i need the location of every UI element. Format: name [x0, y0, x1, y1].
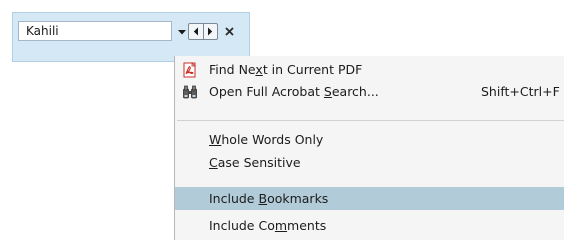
close-icon[interactable]	[224, 26, 235, 37]
menu-item-include-bookmarks[interactable]: Include Bookmarks	[175, 187, 564, 210]
pdf-icon	[182, 62, 198, 78]
search-input[interactable]: Kahili	[18, 21, 172, 41]
menu-item-find-next[interactable]: Find Next in Current PDF	[175, 59, 564, 81]
menu-item-label: Find Next in Current PDF	[209, 62, 363, 77]
menu-item-label: Case Sensitive	[209, 155, 301, 170]
menu-item-label: Include Comments	[209, 218, 327, 233]
menu-item-include-comments[interactable]: Include Comments	[175, 215, 564, 237]
chevron-down-icon[interactable]	[177, 27, 187, 37]
menu-item-whole-words[interactable]: Whole Words Only	[175, 129, 564, 151]
menu-separator	[177, 120, 564, 121]
menu-item-open-full-search[interactable]: Open Full Acrobat Search... Shift+Ctrl+F	[175, 81, 564, 103]
menu-item-case-sensitive[interactable]: Case Sensitive	[175, 152, 564, 174]
find-options-menu: Find Next in Current PDF Open Full Acrob…	[174, 56, 564, 240]
menu-item-label: Include Bookmarks	[209, 191, 329, 206]
menu-item-label: Whole Words Only	[209, 132, 324, 147]
find-navigation	[188, 23, 218, 40]
binoculars-icon	[182, 84, 198, 100]
previous-arrow-icon[interactable]	[189, 24, 204, 39]
menu-item-shortcut: Shift+Ctrl+F	[481, 84, 560, 99]
next-arrow-icon[interactable]	[203, 24, 217, 39]
menu-item-label: Open Full Acrobat Search...	[209, 84, 379, 99]
